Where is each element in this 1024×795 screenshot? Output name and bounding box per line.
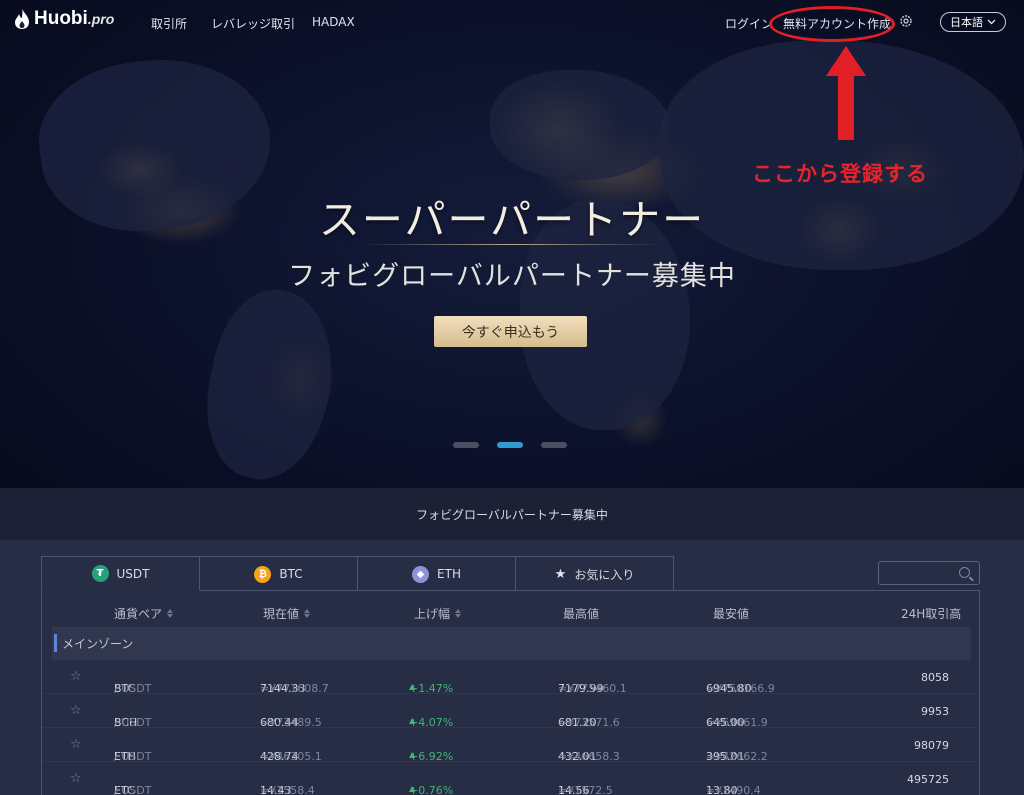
search-icon <box>959 567 970 578</box>
column-label: 24H取引高 <box>901 607 962 621</box>
column-label: 上げ幅 <box>414 607 451 621</box>
flame-icon <box>15 9 29 29</box>
nav-link-hadax[interactable]: HADAX <box>312 15 355 29</box>
hero-title: スーパーパートナー <box>318 196 706 244</box>
table-row[interactable]: ☆ ETH / USDT 428.74 ≈¥46305.1 +6.92% ▲ 4… <box>42 728 979 763</box>
map-south-america <box>191 279 349 488</box>
volume-cell: 495725 <box>907 773 949 786</box>
tab-label: お気に入り <box>574 567 635 582</box>
login-link[interactable]: ログイン <box>725 15 773 32</box>
column-header-change[interactable]: 上げ幅 <box>414 605 462 622</box>
annotation-arrow-icon <box>826 46 866 140</box>
column-label: 最高値 <box>563 607 600 621</box>
tab-label: BTC <box>279 567 303 581</box>
tab-usdt[interactable]: ₮ USDT <box>41 556 200 591</box>
gear-icon[interactable] <box>899 14 913 28</box>
column-label: 最安値 <box>713 607 750 621</box>
hero-divider <box>362 244 662 245</box>
nav-link-exchange[interactable]: 取引所 <box>151 15 187 32</box>
favorite-star-icon[interactable]: ☆ <box>70 703 82 718</box>
notice-text[interactable]: フォビグローバルパートナー募集中 <box>416 506 608 523</box>
tab-label: USDT <box>116 566 150 581</box>
table-row[interactable]: ☆ ETC / USDT 14.43 ≈¥1558.4 +0.76% ▲ 14.… <box>42 762 979 795</box>
sort-icon <box>167 609 174 618</box>
volume-cell: 8058 <box>921 671 949 684</box>
language-select[interactable]: 日本語 <box>940 12 1006 32</box>
column-header-high: 最高値 <box>563 605 599 622</box>
sort-icon <box>304 609 311 618</box>
favorite-star-icon[interactable]: ☆ <box>70 771 82 786</box>
ethereum-icon: ◆ <box>412 565 430 583</box>
sort-icon <box>455 609 462 618</box>
tab-label: ETH <box>437 567 461 581</box>
bitcoin-icon: ₿ <box>254 565 272 583</box>
column-header-low: 最安値 <box>713 605 749 622</box>
annotation-ellipse <box>769 6 895 42</box>
logo-text: Huobi.pro <box>34 8 115 29</box>
huobi-logo[interactable]: Huobi.pro <box>14 8 114 30</box>
chevron-down-icon <box>987 19 996 25</box>
map-europe <box>490 70 670 180</box>
notice-bar[interactable]: フォビグローバルパートナー募集中 <box>0 488 1024 540</box>
tab-favorites[interactable]: ★ お気に入り <box>515 556 674 591</box>
zone-label: メインゾーン <box>62 637 134 651</box>
nav-link-margin[interactable]: レバレッジ取引 <box>211 15 295 32</box>
language-label: 日本語 <box>950 16 983 29</box>
apply-now-button[interactable]: 今すぐ申込もう <box>434 316 587 347</box>
column-header-pair[interactable]: 通貨ペア <box>114 605 174 622</box>
table-row[interactable]: ☆ BTC / USDT 7144.33 ≈¥771608.7 +1.47% ▲… <box>42 660 979 695</box>
carousel-dot-2[interactable] <box>497 442 523 448</box>
column-label: 現在値 <box>263 607 300 621</box>
column-header-price[interactable]: 現在値 <box>263 605 311 622</box>
volume-cell: 98079 <box>914 739 949 752</box>
carousel-dot-3[interactable] <box>541 442 567 448</box>
table-row[interactable]: ☆ BCH / USDT 680.44 ≈¥73489.5 +4.07% ▲ 6… <box>42 694 979 729</box>
market-tabs: ₮ USDT ₿ BTC ◆ ETH ★ お気に入り <box>41 556 674 591</box>
favorite-star-icon[interactable]: ☆ <box>70 737 82 752</box>
hero-subtitle: フォビグローバルパートナー募集中 <box>288 261 736 292</box>
favorite-star-icon[interactable]: ☆ <box>70 669 82 684</box>
star-icon: ★ <box>554 566 567 582</box>
tether-icon: ₮ <box>91 565 109 582</box>
tab-eth[interactable]: ◆ ETH <box>357 556 516 591</box>
hero-banner: Huobi.pro 取引所 レバレッジ取引 HADAX ログイン 無料アカウント… <box>0 0 1024 488</box>
annotation-text: ここから登録する <box>752 162 928 186</box>
column-header-volume: 24H取引高 <box>901 605 961 622</box>
zone-header: メインゾーン <box>52 627 971 660</box>
search-input[interactable] <box>878 561 980 585</box>
carousel-dot-1[interactable] <box>453 442 479 448</box>
volume-cell: 9953 <box>921 705 949 718</box>
column-label: 通貨ペア <box>114 607 163 621</box>
tab-btc[interactable]: ₿ BTC <box>199 556 358 591</box>
